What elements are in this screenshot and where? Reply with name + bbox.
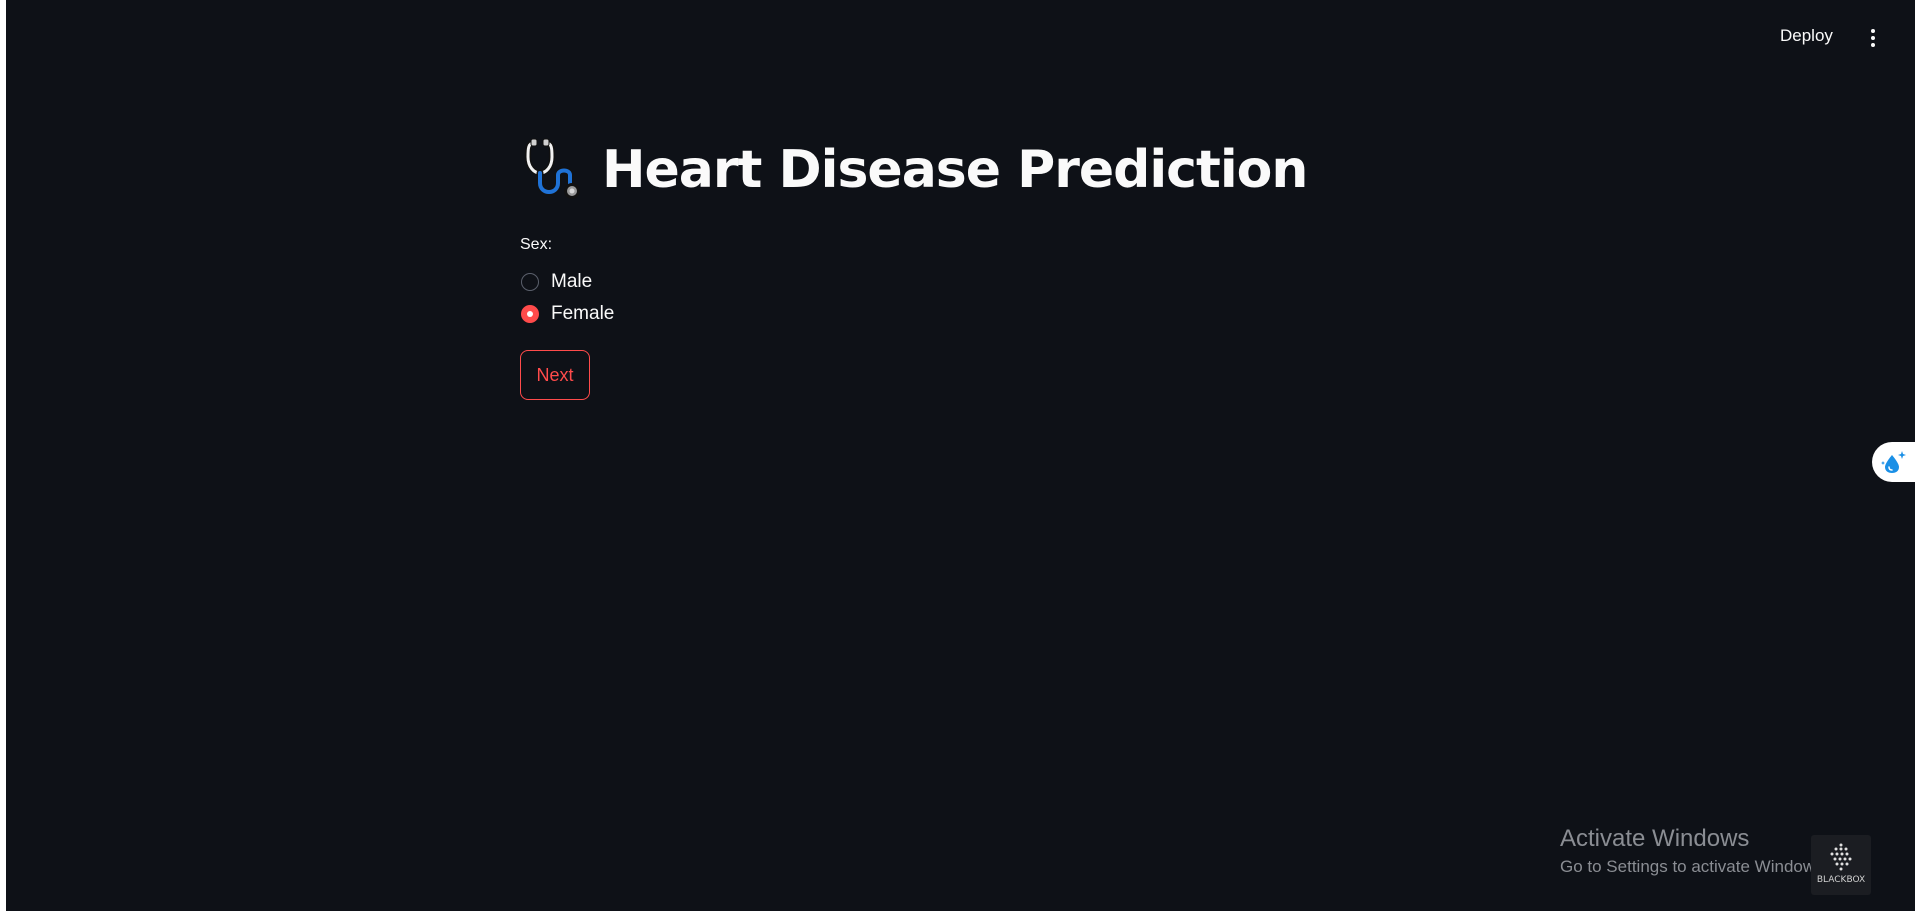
- page-title: Heart Disease Prediction: [602, 140, 1308, 200]
- next-button[interactable]: Next: [520, 350, 590, 400]
- blackbox-logo[interactable]: BLACKBOX: [1811, 835, 1871, 895]
- watermark-title: Activate Windows: [1560, 825, 1750, 852]
- stethoscope-icon: [524, 138, 580, 199]
- deploy-button[interactable]: Deploy: [1780, 26, 1833, 46]
- main-content: Heart Disease Prediction Sex: Male Femal…: [520, 134, 1420, 400]
- title-row: Heart Disease Prediction: [520, 134, 1420, 206]
- radio-option-male[interactable]: Male: [520, 266, 1420, 298]
- side-widget-tab[interactable]: [1872, 442, 1915, 482]
- radio-label-female: Female: [551, 303, 615, 324]
- brand-text: BLACKBOX: [1816, 875, 1866, 885]
- activate-windows-watermark: Activate Windows Go to Settings to activ…: [1560, 825, 1828, 877]
- sex-radio-group: Male Female: [520, 266, 1420, 330]
- radio-option-female[interactable]: Female: [520, 298, 1420, 330]
- app-window: Deploy Heart Disease Prediction Sex: Mal…: [6, 0, 1915, 911]
- radio-female[interactable]: [521, 305, 539, 323]
- watermark-subtitle: Go to Settings to activate Windows.: [1560, 857, 1829, 876]
- radio-label-male: Male: [551, 271, 593, 292]
- kebab-menu-icon[interactable]: [1863, 26, 1883, 50]
- water-drop-sparkle-icon: [1880, 451, 1906, 473]
- radio-male[interactable]: [521, 273, 539, 291]
- blackbox-dots-icon: [1830, 843, 1852, 871]
- sex-label: Sex:: [520, 236, 553, 253]
